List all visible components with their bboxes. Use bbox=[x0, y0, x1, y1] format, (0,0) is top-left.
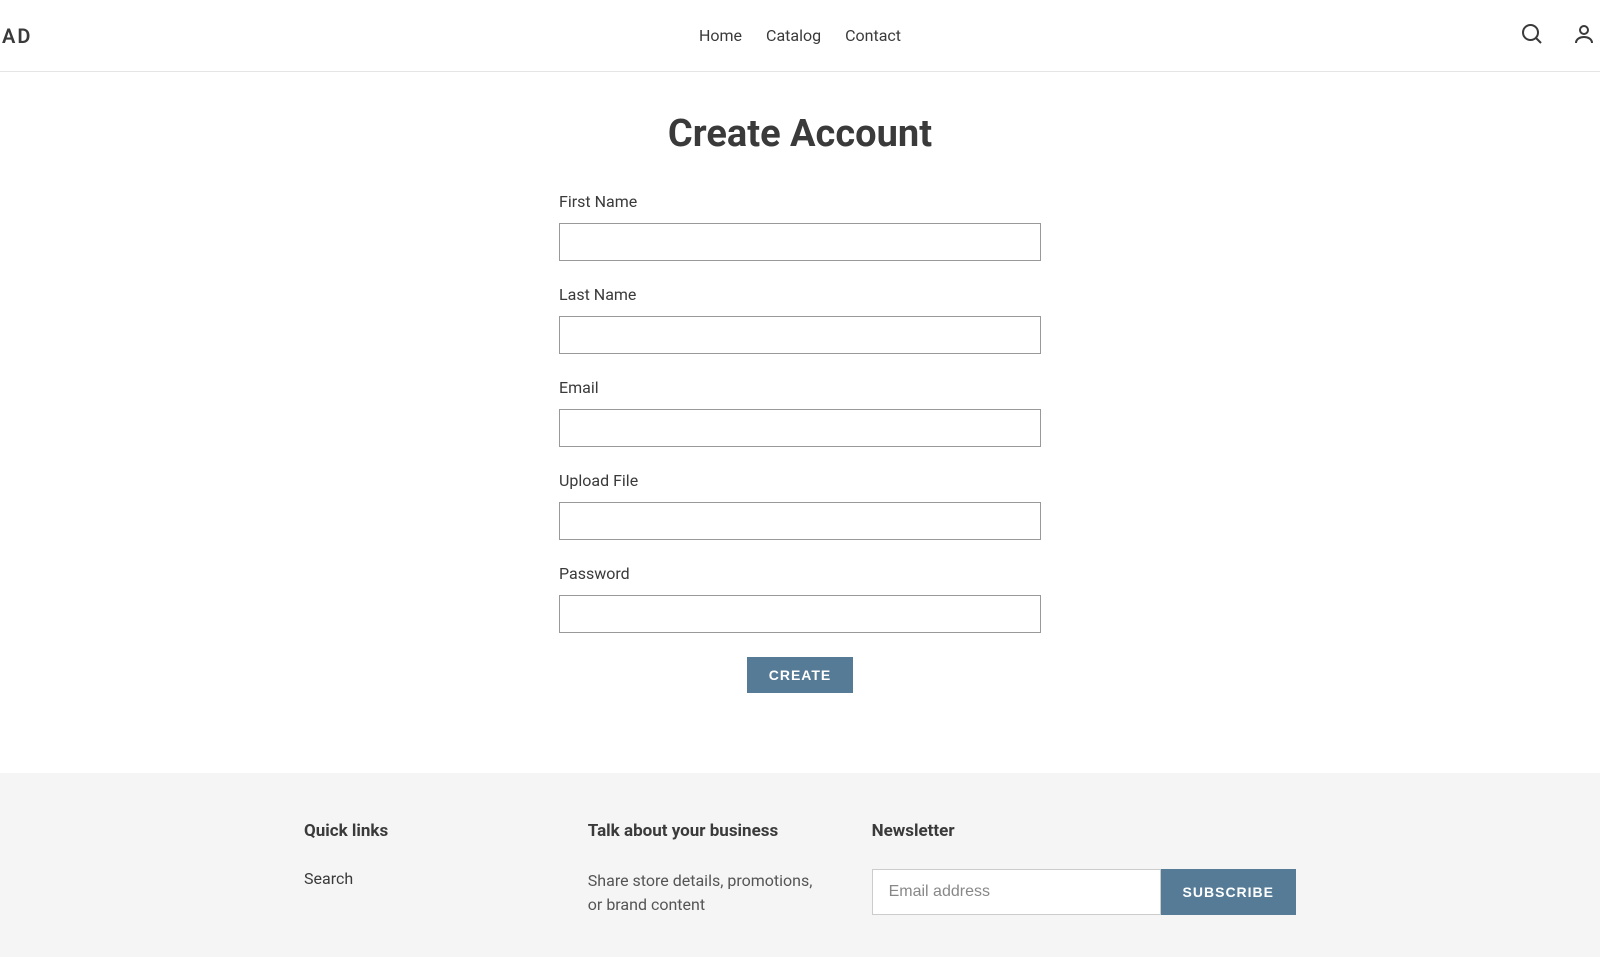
footer-inner: Quick links Search Talk about your busin… bbox=[304, 821, 1296, 917]
nav-catalog[interactable]: Catalog bbox=[766, 26, 821, 45]
upload-file-label: Upload File bbox=[559, 471, 1041, 490]
subscribe-button[interactable]: SUBSCRIBE bbox=[1161, 869, 1296, 915]
nav-home[interactable]: Home bbox=[699, 26, 742, 45]
upload-file-input[interactable] bbox=[559, 502, 1041, 540]
password-label: Password bbox=[559, 564, 1041, 583]
footer-about: Talk about your business Share store det… bbox=[588, 821, 824, 917]
quicklinks-heading: Quick links bbox=[304, 821, 540, 841]
newsletter-heading: Newsletter bbox=[872, 821, 1296, 841]
user-icon bbox=[1572, 34, 1596, 49]
site-footer: Quick links Search Talk about your busin… bbox=[0, 773, 1600, 957]
last-name-input[interactable] bbox=[559, 316, 1041, 354]
password-group: Password bbox=[559, 564, 1041, 633]
search-button[interactable] bbox=[1516, 18, 1548, 53]
account-button[interactable] bbox=[1568, 18, 1600, 53]
first-name-input[interactable] bbox=[559, 223, 1041, 261]
last-name-group: Last Name bbox=[559, 285, 1041, 354]
about-text: Share store details, promotions, or bran… bbox=[588, 869, 824, 917]
site-header: AD Home Catalog Contact bbox=[0, 0, 1600, 72]
footer-search-link[interactable]: Search bbox=[304, 869, 540, 888]
page-title: Create Account bbox=[0, 112, 1600, 156]
create-account-form: First Name Last Name Email Upload File P… bbox=[559, 192, 1041, 693]
about-heading: Talk about your business bbox=[588, 821, 824, 841]
footer-newsletter: Newsletter SUBSCRIBE bbox=[872, 821, 1296, 917]
main-nav: Home Catalog Contact bbox=[699, 26, 901, 45]
first-name-label: First Name bbox=[559, 192, 1041, 211]
upload-file-group: Upload File bbox=[559, 471, 1041, 540]
nav-contact[interactable]: Contact bbox=[845, 26, 901, 45]
create-button[interactable]: CREATE bbox=[747, 657, 854, 693]
last-name-label: Last Name bbox=[559, 285, 1041, 304]
email-group: Email bbox=[559, 378, 1041, 447]
email-label: Email bbox=[559, 378, 1041, 397]
footer-quicklinks: Quick links Search bbox=[304, 821, 540, 917]
main-content: Create Account First Name Last Name Emai… bbox=[0, 72, 1600, 773]
newsletter-email-input[interactable] bbox=[872, 869, 1161, 915]
search-icon bbox=[1520, 34, 1544, 49]
email-input[interactable] bbox=[559, 409, 1041, 447]
newsletter-form: SUBSCRIBE bbox=[872, 869, 1296, 915]
first-name-group: First Name bbox=[559, 192, 1041, 261]
header-icons bbox=[1516, 18, 1600, 53]
site-logo[interactable]: AD bbox=[0, 24, 32, 48]
password-input[interactable] bbox=[559, 595, 1041, 633]
